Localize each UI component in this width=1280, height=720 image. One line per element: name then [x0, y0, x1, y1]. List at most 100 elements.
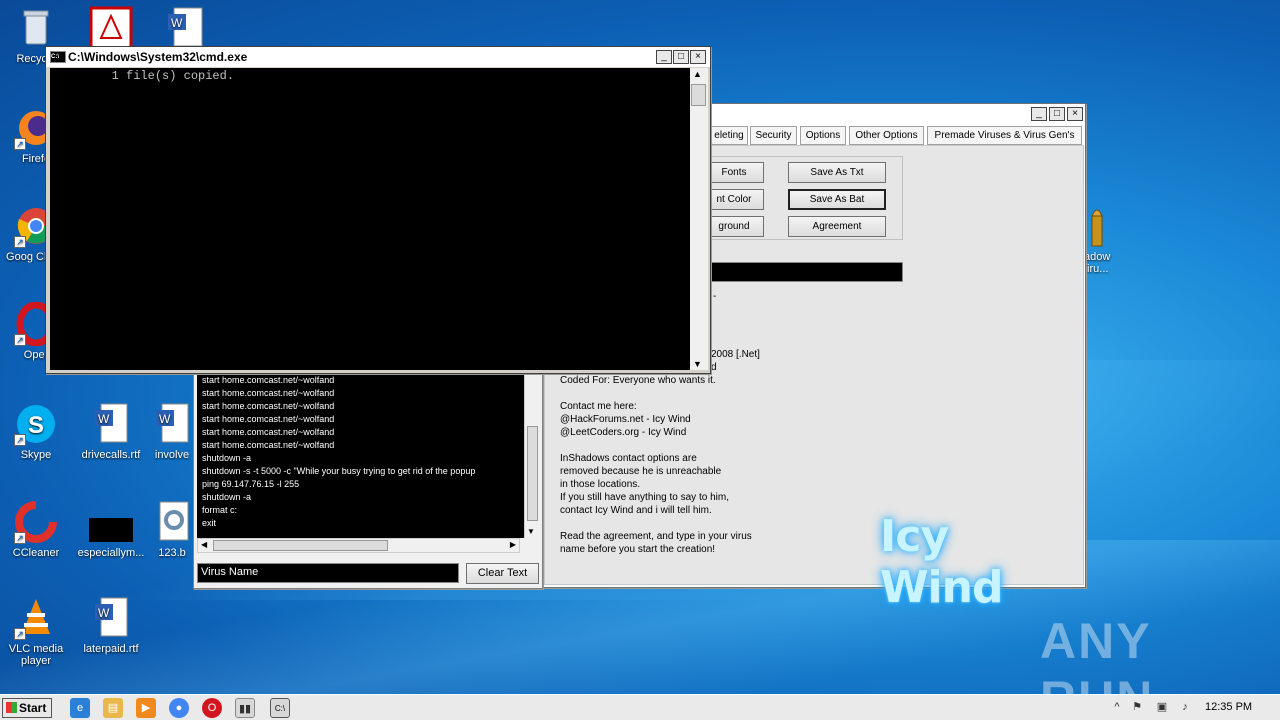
info-fragment: -: [713, 291, 717, 302]
cmd-title-bar[interactable]: C:\ C:\Windows\System32\cmd.exe: [46, 47, 710, 67]
word-document-icon: W: [164, 6, 208, 50]
icy-wind-task-icon[interactable]: ▮▮: [235, 698, 255, 718]
icy-wind-logo: Icy Wind: [880, 511, 1003, 613]
clear-text-button[interactable]: Clear Text: [466, 563, 539, 584]
info-line: removed because he is unreachable: [560, 466, 722, 477]
shortcut-arrow-icon: ↗: [14, 236, 26, 248]
opera-icon[interactable]: O: [202, 698, 222, 718]
settings-file-icon: [150, 500, 194, 544]
desktop-icon-label: especiallym...: [77, 547, 145, 559]
script-line: shutdown -a: [202, 492, 252, 502]
scroll-right-arrow-icon[interactable]: ▶: [510, 540, 516, 549]
bullet-icon: [1084, 204, 1110, 248]
volume-icon[interactable]: ♪: [1178, 700, 1192, 714]
shortcut-arrow-icon: ↗: [14, 628, 26, 640]
svg-text:W: W: [171, 16, 183, 30]
desktop-icon-drivecalls[interactable]: W drivecalls.rtf: [75, 402, 147, 461]
close-button[interactable]: ×: [1067, 107, 1083, 121]
desktop-icon-shadow[interactable]: adow /iru...: [1084, 204, 1124, 275]
horizontal-scrollbar[interactable]: ◀ ▶: [197, 538, 520, 553]
info-line: contact Icy Wind and i will tell him.: [560, 505, 712, 516]
word-document-icon: W: [150, 402, 194, 446]
agreement-button[interactable]: Agreement: [788, 216, 886, 237]
acrobat-icon: [89, 6, 133, 50]
flag-icon[interactable]: ⚑: [1130, 700, 1144, 714]
svg-text:W: W: [98, 606, 110, 620]
desktop-icon-especially[interactable]: especiallym...: [75, 500, 147, 559]
scroll-down-arrow-icon[interactable]: ▼: [527, 527, 535, 536]
vertical-scrollbar[interactable]: ▼: [524, 371, 540, 538]
script-line: exit: [202, 518, 217, 528]
scroll-down-arrow-icon[interactable]: ▼: [693, 359, 702, 369]
info-line: Contact me here:: [560, 401, 637, 412]
desktop-icon-skype[interactable]: S ↗ Skype: [0, 402, 72, 461]
background-button[interactable]: ground: [704, 216, 764, 237]
skype-icon: S ↗: [14, 402, 58, 446]
cmd-title: C:\Windows\System32\cmd.exe: [68, 50, 248, 64]
save-as-bat-button[interactable]: Save As Bat: [788, 189, 886, 210]
info-line: d: [711, 362, 717, 373]
media-player-icon[interactable]: ▶: [136, 698, 156, 718]
desktop-icon-label: involve: [154, 449, 190, 461]
scroll-thumb[interactable]: [527, 426, 538, 521]
windows-flag-icon: [6, 702, 17, 713]
tab-premade-viruses[interactable]: Premade Viruses & Virus Gen's: [927, 126, 1082, 145]
desktop-icon-involved[interactable]: W involve: [150, 402, 194, 461]
recycle-bin-icon: [14, 6, 58, 50]
word-document-icon: W: [89, 402, 133, 446]
scroll-up-arrow-icon[interactable]: ▲: [693, 69, 702, 79]
info-line: name before you start the creation!: [560, 544, 716, 555]
save-as-txt-button[interactable]: Save As Txt: [788, 162, 886, 183]
info-line: Coded For: Everyone who wants it.: [560, 375, 716, 386]
start-button[interactable]: Start: [2, 698, 52, 718]
chrome-icon[interactable]: ●: [169, 698, 189, 718]
explorer-folder-icon[interactable]: ▤: [103, 698, 123, 718]
fonts-button[interactable]: Fonts: [704, 162, 764, 183]
info-line: Read the agreement, and type in your vir…: [560, 531, 752, 542]
script-line: start home.comcast.net/~wolfand: [202, 388, 335, 398]
virus-name-display[interactable]: [705, 262, 903, 282]
desktop-icon-vlc[interactable]: ↗ VLC media player: [0, 596, 72, 667]
info-line: If you still have anything to say to him…: [560, 492, 729, 503]
maximize-button[interactable]: □: [1049, 107, 1065, 121]
desktop-icon-label: Skype: [20, 449, 52, 461]
scroll-thumb[interactable]: [213, 540, 388, 551]
network-icon[interactable]: ▣: [1155, 700, 1169, 714]
tab-deleting[interactable]: eleting: [710, 126, 748, 145]
minimize-button[interactable]: _: [1031, 107, 1047, 121]
desktop-icon-123[interactable]: 123.b: [150, 500, 194, 559]
desktop-icon-laterpaid[interactable]: W laterpaid.rtf: [75, 596, 147, 655]
tab-options[interactable]: Options: [800, 126, 846, 145]
desktop-icon-label: 123.b: [158, 547, 186, 559]
tray-expand-icon[interactable]: ^: [1110, 700, 1124, 714]
desktop-icon-ccleaner[interactable]: ↗ CCleaner: [0, 500, 72, 559]
tab-security[interactable]: Security: [750, 126, 797, 145]
shortcut-arrow-icon: ↗: [14, 334, 26, 346]
cmd-output[interactable]: 1 file(s) copied.: [50, 68, 690, 370]
taskbar: Start e ▤ ▶ ● O ▮▮ C:\ ^ ⚑ ▣ ♪ 12:35 PM: [0, 694, 1280, 720]
clock[interactable]: 12:35 PM: [1205, 701, 1252, 713]
script-line: start home.comcast.net/~wolfand: [202, 440, 335, 450]
maximize-button[interactable]: □: [673, 50, 689, 64]
black-file-icon: [89, 500, 133, 544]
tab-other-options[interactable]: Other Options: [849, 126, 924, 145]
options-group: Fonts nt Color ground Save As Txt Save A…: [704, 156, 903, 240]
cmd-icon: C:\: [50, 51, 66, 63]
svg-text:S: S: [28, 412, 44, 439]
minimize-button[interactable]: _: [656, 50, 672, 64]
desktop-icon-label: laterpaid.rtf: [83, 643, 139, 655]
close-button[interactable]: ×: [690, 50, 706, 64]
virus-name-input[interactable]: Virus Name: [197, 563, 459, 583]
scroll-thumb[interactable]: [691, 84, 706, 106]
font-color-button[interactable]: nt Color: [704, 189, 764, 210]
script-line: start home.comcast.net/~wolfand: [202, 401, 335, 411]
shortcut-arrow-icon: ↗: [14, 532, 26, 544]
info-line: @HackForums.net - Icy Wind: [560, 414, 691, 425]
cmd-scrollbar[interactable]: ▲ ▼: [690, 68, 708, 370]
script-line: start home.comcast.net/~wolfand: [202, 427, 335, 437]
bat-script-textarea[interactable]: start home.comcast.net/~wolfand start ho…: [197, 371, 524, 538]
word-document-icon: W: [89, 596, 133, 640]
cmd-task-icon[interactable]: C:\: [270, 698, 290, 718]
ie-icon[interactable]: e: [70, 698, 90, 718]
scroll-left-arrow-icon[interactable]: ◀: [201, 540, 207, 549]
